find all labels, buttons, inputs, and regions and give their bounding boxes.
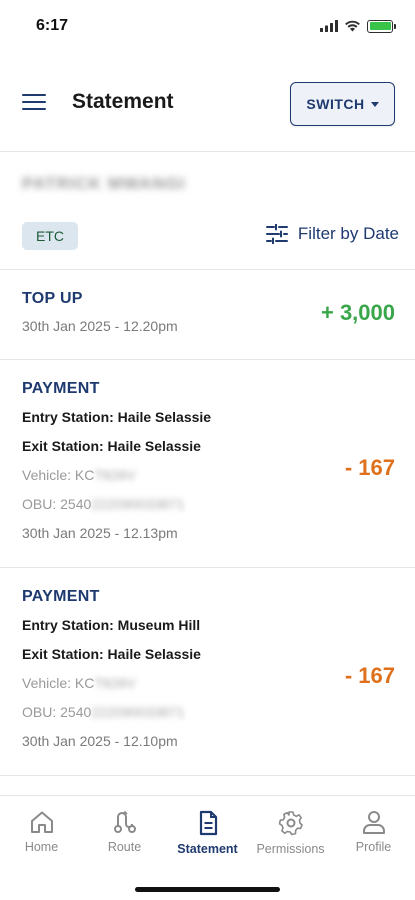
entry-station: Entry Station: Haile Selassie xyxy=(22,409,212,425)
obu-number: OBU: 2540222090033871 xyxy=(22,704,185,720)
vehicle-plate: Vehicle: KCT826V xyxy=(22,675,136,691)
entry-station: Entry Station: Museum Hill xyxy=(22,617,201,633)
nav-item-home[interactable]: Home xyxy=(0,796,83,868)
transaction-amount: + 3,000 xyxy=(320,300,395,325)
nav-label: Statement xyxy=(177,842,238,856)
profile-icon xyxy=(362,811,385,834)
caret-down-icon xyxy=(370,101,379,107)
status-icons xyxy=(320,19,396,33)
home-indicator xyxy=(135,887,280,892)
transaction-date: 30th Jan 2025 - 12.10pm xyxy=(22,733,178,749)
app-header: Statement SWITCH xyxy=(0,52,415,152)
page-title: Statement xyxy=(72,89,174,113)
transaction-type: PAYMENT xyxy=(22,588,100,605)
switch-label: SWITCH xyxy=(306,96,365,112)
filter-sliders-icon xyxy=(265,224,288,244)
transaction-date: 30th Jan 2025 - 12.13pm xyxy=(22,525,178,541)
filter-by-date-button[interactable]: Filter by Date xyxy=(265,224,399,244)
transaction-item[interactable]: PAYMENT Entry Station: Museum Hill Exit … xyxy=(0,568,415,776)
account-section: PATRICK MWANGI ETC Filter by Date xyxy=(0,152,415,270)
wifi-icon xyxy=(345,20,360,32)
nav-item-statement[interactable]: Statement xyxy=(166,796,249,868)
nav-label: Route xyxy=(107,840,142,854)
status-time: 6:17 xyxy=(36,17,69,34)
route-icon xyxy=(113,810,136,833)
transaction-item[interactable]: TOP UP 30th Jan 2025 - 12.20pm + 3,000 xyxy=(0,270,415,360)
switch-button[interactable]: SWITCH xyxy=(290,82,395,126)
exit-station: Exit Station: Haile Selassie xyxy=(22,646,201,662)
vehicle-plate: Vehicle: KCT826V xyxy=(22,467,136,483)
exit-station: Exit Station: Haile Selassie xyxy=(22,438,201,454)
gear-icon xyxy=(278,811,303,836)
nav-item-permissions[interactable]: Permissions xyxy=(249,796,332,868)
obu-number: OBU: 2540222090033871 xyxy=(22,496,185,512)
status-bar: 6:17 xyxy=(0,0,415,52)
home-icon xyxy=(30,811,53,833)
battery-icon xyxy=(367,19,396,33)
bottom-nav: Home Route Statement Permissions Profile xyxy=(0,795,415,900)
filter-label: Filter by Date xyxy=(297,224,399,243)
nav-item-profile[interactable]: Profile xyxy=(332,796,415,868)
nav-label: Home xyxy=(24,840,59,854)
transaction-type: PAYMENT xyxy=(22,380,100,397)
transaction-item[interactable]: PAYMENT Entry Station: Haile Selassie Ex… xyxy=(0,360,415,568)
transaction-amount: - 167 xyxy=(344,455,395,480)
account-name: PATRICK MWANGI xyxy=(22,174,186,193)
menu-icon[interactable] xyxy=(22,93,46,110)
cellular-signal-icon xyxy=(320,20,338,32)
transaction-amount: - 167 xyxy=(344,663,395,688)
etc-badge[interactable]: ETC xyxy=(22,222,78,250)
statement-icon xyxy=(199,810,217,836)
nav-label: Permissions xyxy=(256,842,325,856)
nav-item-route[interactable]: Route xyxy=(83,796,166,868)
nav-label: Profile xyxy=(355,840,392,854)
